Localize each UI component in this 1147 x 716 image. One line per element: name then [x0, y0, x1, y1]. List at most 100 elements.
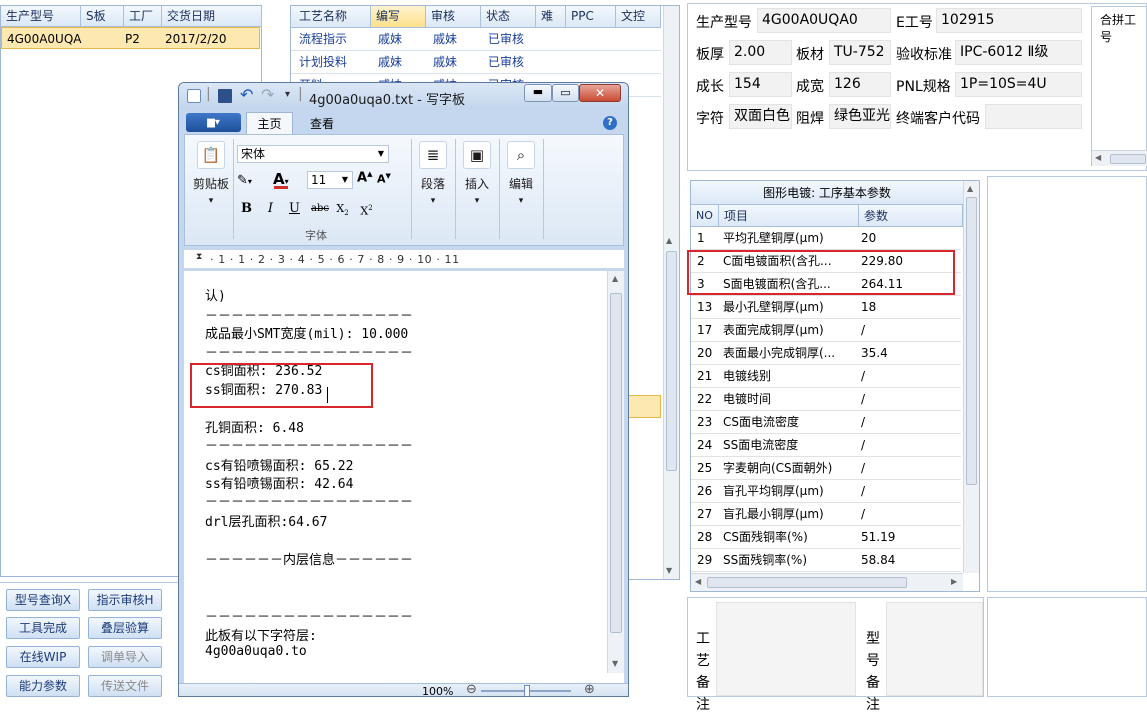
param-row[interactable]: 20 表面最小完成铜厚(... 35.4: [691, 342, 961, 365]
thickness-label: 板厚: [696, 47, 724, 63]
param-row[interactable]: 25 字麦朝向(CS面朝外) /: [691, 457, 961, 480]
col-header-author[interactable]: 编写: [371, 6, 426, 28]
horizontal-scrollbar[interactable]: ◀ ▶: [691, 573, 963, 591]
col-header-model[interactable]: 生产型号: [1, 6, 81, 27]
craft-remark-field[interactable]: [716, 602, 856, 696]
row-model: 4G00A0UQA0: [7, 32, 82, 46]
grow-font-icon[interactable]: A▲: [357, 170, 373, 189]
width-field[interactable]: 126: [829, 72, 891, 97]
horizontal-scrollbar[interactable]: ◀: [1092, 150, 1147, 166]
help-icon[interactable]: ?: [603, 116, 617, 130]
indent-marker-icon[interactable]: ⧗: [196, 252, 202, 262]
pnl-field[interactable]: 1P=10S=4U: [955, 72, 1082, 97]
highlight-color-button[interactable]: ✎▾: [237, 171, 271, 190]
insert-button[interactable]: ▣ 插入 ▾: [458, 141, 496, 206]
char-field[interactable]: 双面白色: [729, 104, 792, 129]
font-size-select[interactable]: 11 ▼: [307, 171, 353, 189]
param-row[interactable]: 22 电镀时间 /: [691, 388, 961, 411]
tool-done-button[interactable]: 工具完成: [6, 617, 80, 639]
col-header-difficulty[interactable]: 难: [536, 6, 566, 28]
model-query-button[interactable]: 型号查询X: [6, 589, 80, 611]
accept-field[interactable]: IPC-6012 Ⅱ级: [955, 40, 1082, 65]
app-menu-button[interactable]: ▆▾: [186, 113, 241, 132]
online-wip-button[interactable]: 在线WIP: [6, 646, 80, 668]
title-bar[interactable]: | ↶ ↷ ▾ | 4g00a0uqa0.txt - 写字板 ▬ ▭ ✕: [179, 83, 628, 110]
param-value: /: [861, 323, 866, 337]
thickness-field[interactable]: 2.00: [729, 40, 792, 65]
maximize-button[interactable]: ▭: [552, 84, 579, 102]
send-file-button[interactable]: 传送文件: [88, 675, 162, 697]
document-line: 此板有以下字符层:: [205, 629, 317, 644]
model-field[interactable]: 4G00A0UQA0: [757, 8, 891, 33]
underline-button[interactable]: U: [285, 199, 304, 218]
zoom-out-icon[interactable]: ⊖: [466, 682, 477, 696]
param-row[interactable]: 24 SS面电流密度 /: [691, 434, 961, 457]
close-button[interactable]: ✕: [579, 84, 621, 102]
wordpad-app-icon[interactable]: [187, 89, 201, 103]
param-row[interactable]: 26 盲孔平均铜厚(μm) /: [691, 480, 961, 503]
vertical-scrollbar[interactable]: ▲ ▼: [663, 6, 679, 579]
table-row[interactable]: 4G00A0UQA0 P2 2017/2/20: [1, 27, 260, 49]
minimize-button[interactable]: ▬: [524, 84, 552, 102]
paragraph-button[interactable]: ≣ 段落 ▾: [414, 141, 452, 206]
table-row[interactable]: 计划投料 戚妹 戚妹 已审核: [291, 51, 661, 74]
combine-list[interactable]: 合拼工号 ◀: [1091, 6, 1147, 166]
col-header-ppc[interactable]: PPC: [566, 6, 616, 28]
font-color-button[interactable]: A▾: [273, 169, 303, 191]
clipboard-button[interactable]: 📋 剪贴板 ▾: [191, 141, 231, 206]
col-header-doc[interactable]: 文控: [616, 6, 661, 28]
italic-button[interactable]: I: [261, 199, 280, 218]
edit-button[interactable]: ⌕ 编辑 ▾: [502, 141, 540, 206]
tab-home[interactable]: 主页: [246, 112, 293, 135]
col-header-no[interactable]: NO: [691, 205, 719, 227]
eng-field[interactable]: 102915: [936, 8, 1082, 33]
shrink-font-icon[interactable]: A▼: [377, 172, 393, 191]
material-label: 板材: [796, 47, 824, 63]
capability-button[interactable]: 能力参数: [6, 675, 80, 697]
order-import-button[interactable]: 调单导入: [88, 646, 162, 668]
model-remark-label: 型号备注: [866, 631, 880, 713]
col-header-factory[interactable]: 工厂: [124, 6, 162, 27]
material-field[interactable]: TU-752: [829, 40, 891, 65]
param-row[interactable]: 21 电镀线别 /: [691, 365, 961, 388]
document-area[interactable]: 认) －－－－－－－－－－－－－－－－ 成品最小SMT宽度(mil): 10.000…: [184, 271, 624, 696]
instr-review-button[interactable]: 指示审核H: [88, 589, 162, 611]
ruler[interactable]: ⧗ · 1 · 1 · 2 · 3 · 4 · 5 · 6 · 7 · 8 · …: [184, 249, 624, 269]
redo-icon[interactable]: ↷: [261, 85, 274, 104]
vertical-scrollbar[interactable]: ▲: [963, 181, 979, 573]
param-row[interactable]: 27 盲孔最小铜厚(μm) /: [691, 503, 961, 526]
mask-field[interactable]: 绿色亚光: [829, 104, 891, 129]
stack-verify-button[interactable]: 叠层验算: [88, 617, 162, 639]
vertical-scrollbar[interactable]: ▲ ▼: [607, 271, 624, 673]
col-header-status[interactable]: 状态: [481, 6, 536, 28]
col-header-item[interactable]: 项目: [719, 205, 859, 227]
col-header-date[interactable]: 交货日期: [162, 6, 262, 27]
zoom-slider[interactable]: [481, 685, 571, 696]
zoom-in-icon[interactable]: ⊕: [584, 682, 595, 696]
font-family-select[interactable]: 宋体 ▼: [237, 145, 389, 163]
customer-field[interactable]: [985, 104, 1082, 129]
col-header-s[interactable]: S板: [81, 6, 124, 27]
superscript-button[interactable]: X2: [357, 199, 376, 218]
tab-view[interactable]: 查看: [302, 114, 342, 134]
param-row[interactable]: 23 CS面电流密度 /: [691, 411, 961, 434]
bold-button[interactable]: B: [237, 199, 256, 218]
subscript-button[interactable]: X2: [333, 199, 352, 218]
col-header-process[interactable]: 工艺名称: [291, 6, 371, 28]
param-row[interactable]: 29 SS面残铜率(%) 58.84: [691, 549, 961, 572]
param-row[interactable]: 28 CS面残铜率(%) 51.19: [691, 526, 961, 549]
undo-icon[interactable]: ↶: [240, 85, 253, 104]
quick-access-dropdown-icon[interactable]: ▾: [285, 89, 290, 100]
col-header-value[interactable]: 参数: [859, 205, 963, 227]
param-row[interactable]: 1 平均孔壁铜厚(μm) 20: [691, 227, 961, 250]
param-row[interactable]: 13 最小孔壁铜厚(μm) 18: [691, 296, 961, 319]
strikethrough-button[interactable]: abc: [309, 199, 331, 218]
table-row[interactable]: 流程指示 戚妹 戚妹 已审核: [291, 28, 661, 51]
col-header-review[interactable]: 审核: [426, 6, 481, 28]
param-row[interactable]: 17 表面完成铜厚(μm) /: [691, 319, 961, 342]
save-icon[interactable]: [218, 89, 232, 103]
ribbon: 📋 剪贴板 ▾ 宋体 ▼ ✎▾ A▾ 11 ▼ A▲ A▼ B I U abc X2 …: [184, 134, 624, 246]
length-field[interactable]: 154: [729, 72, 792, 97]
model-remark-field[interactable]: [886, 602, 983, 696]
param-item: 表面最小完成铜厚(...: [723, 346, 836, 360]
